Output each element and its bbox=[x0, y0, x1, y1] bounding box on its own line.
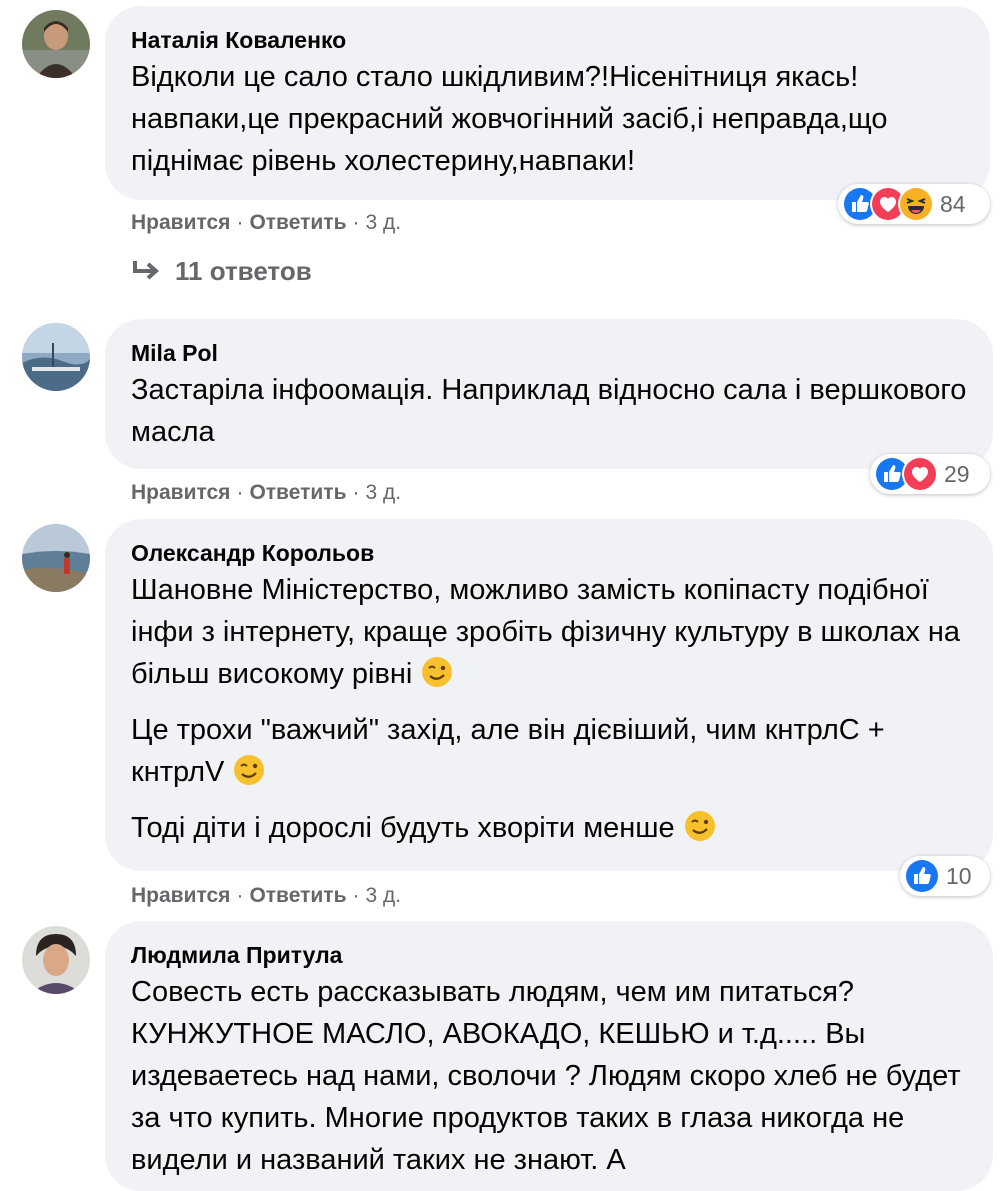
timestamp[interactable]: 3 д. bbox=[365, 884, 401, 907]
reply-button[interactable]: Ответить bbox=[249, 884, 346, 907]
comment-paragraph: Це трохи "важчий" захід, але він дієвіши… bbox=[131, 709, 967, 793]
comment-bubble: Mila Pol Застаріла інфоомація. Наприклад… bbox=[105, 319, 993, 469]
separator: · bbox=[352, 211, 360, 234]
reply-button[interactable]: Ответить bbox=[249, 211, 346, 234]
comment-paragraph: Шановне Міністерство, можливо замість ко… bbox=[131, 569, 967, 695]
wink-emoji-icon bbox=[422, 657, 453, 687]
comment-paragraph: Тоді діти і дорослі будуть хворіти менше bbox=[131, 807, 967, 849]
comment-bubble: Людмила Притула Совесть есть рассказыват… bbox=[105, 921, 993, 1191]
separator: · bbox=[352, 884, 360, 907]
comment-actions: Нравится · Ответить · 3 д. bbox=[131, 211, 401, 235]
reaction-summary[interactable]: 84 bbox=[838, 184, 990, 224]
like-button[interactable]: Нравится bbox=[131, 884, 230, 907]
comment-text: Відколи це сало стало шкідливим?!Нісеніт… bbox=[131, 61, 888, 177]
avatar[interactable] bbox=[22, 926, 90, 994]
comment-author[interactable]: Mila Pol bbox=[131, 339, 967, 367]
separator: · bbox=[236, 481, 244, 504]
comment-text: Шановне Міністерство, можливо замість ко… bbox=[131, 574, 961, 690]
reaction-summary[interactable]: 10 bbox=[900, 856, 990, 896]
wink-emoji-icon bbox=[234, 755, 265, 785]
avatar[interactable] bbox=[22, 10, 90, 78]
avatar[interactable] bbox=[22, 323, 90, 391]
separator: · bbox=[352, 481, 360, 504]
replies-count[interactable]: 11 ответов bbox=[175, 256, 312, 287]
like-button[interactable]: Нравится bbox=[131, 481, 230, 504]
view-replies-link[interactable]: 11 ответов bbox=[131, 256, 312, 287]
comment-actions: Нравится · Ответить · 3 д. bbox=[131, 884, 401, 908]
comment-text: Застаріла інфоомація. Наприклад відносно… bbox=[131, 374, 967, 448]
comment-author[interactable]: Людмила Притула bbox=[131, 941, 967, 969]
reaction-count: 10 bbox=[946, 862, 972, 889]
reply-button[interactable]: Ответить bbox=[249, 481, 346, 504]
avatar[interactable] bbox=[22, 524, 90, 592]
reaction-count: 84 bbox=[940, 190, 966, 217]
comment-text: Совесть есть рассказывать людям, чем им … bbox=[131, 976, 961, 1176]
timestamp[interactable]: 3 д. bbox=[365, 211, 401, 234]
separator: · bbox=[236, 884, 244, 907]
comment-text: Тоді діти і дорослі будуть хворіти менше bbox=[131, 812, 675, 844]
comment-author[interactable]: Наталія Коваленко bbox=[131, 26, 964, 54]
love-reaction-icon bbox=[902, 456, 938, 492]
reaction-count: 29 bbox=[944, 460, 970, 487]
timestamp[interactable]: 3 д. bbox=[365, 481, 401, 504]
reply-arrow-icon bbox=[133, 260, 160, 280]
reaction-summary[interactable]: 29 bbox=[870, 454, 990, 494]
comment-bubble: Наталія Коваленко Відколи це сало стало … bbox=[105, 6, 990, 200]
comment-bubble: Олександр Корольов Шановне Міністерство,… bbox=[105, 519, 993, 871]
haha-reaction-icon bbox=[898, 186, 934, 222]
like-reaction-icon bbox=[904, 858, 940, 894]
comment-author[interactable]: Олександр Корольов bbox=[131, 539, 967, 567]
comment-actions: Нравится · Ответить · 3 д. bbox=[131, 481, 401, 505]
separator: · bbox=[236, 211, 244, 234]
like-button[interactable]: Нравится bbox=[131, 211, 230, 234]
wink-emoji-icon bbox=[684, 811, 715, 841]
